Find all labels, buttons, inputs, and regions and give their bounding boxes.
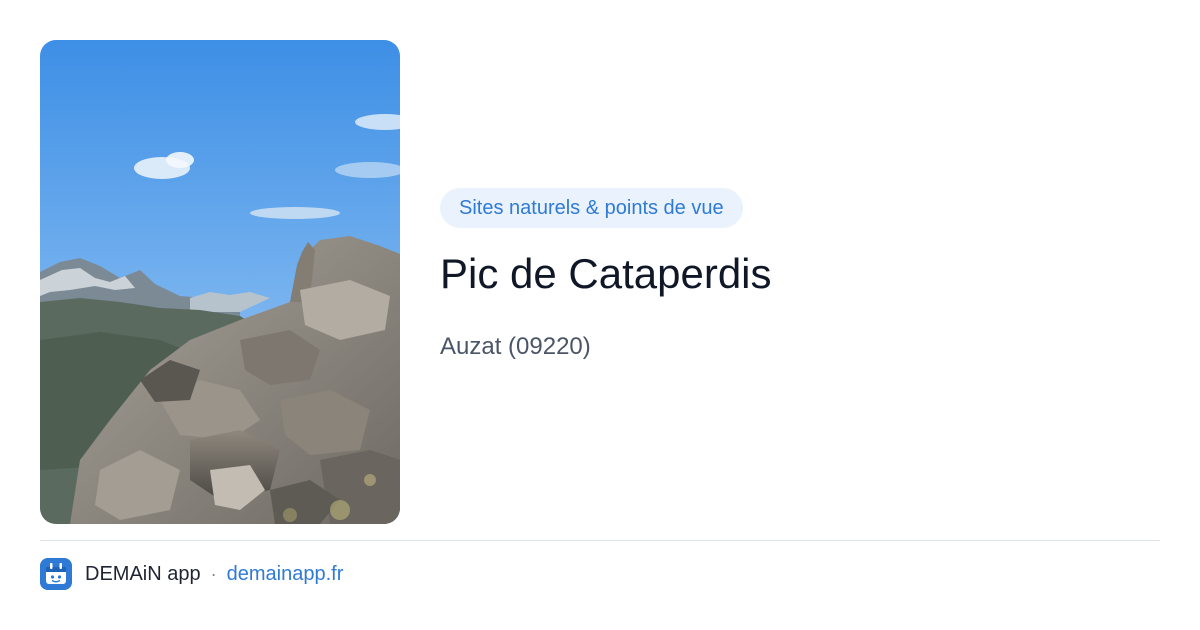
- app-name: DEMAiN app: [85, 562, 201, 585]
- mountain-photo-image: [40, 40, 400, 524]
- demain-app-logo-icon: [40, 558, 72, 590]
- place-location: Auzat (09220): [440, 333, 591, 360]
- app-url-link[interactable]: demainapp.fr: [227, 563, 344, 586]
- footer-divider: [40, 540, 1160, 541]
- category-badge[interactable]: Sites naturels & points de vue: [440, 188, 743, 228]
- place-info: Sites naturels & points de vue Pic de Ca…: [440, 188, 1160, 362]
- place-title: Pic de Cataperdis: [440, 250, 772, 297]
- place-photo: [40, 40, 400, 524]
- footer-separator: ·: [210, 563, 217, 584]
- footer: DEMAiN app · demainapp.fr: [40, 558, 343, 590]
